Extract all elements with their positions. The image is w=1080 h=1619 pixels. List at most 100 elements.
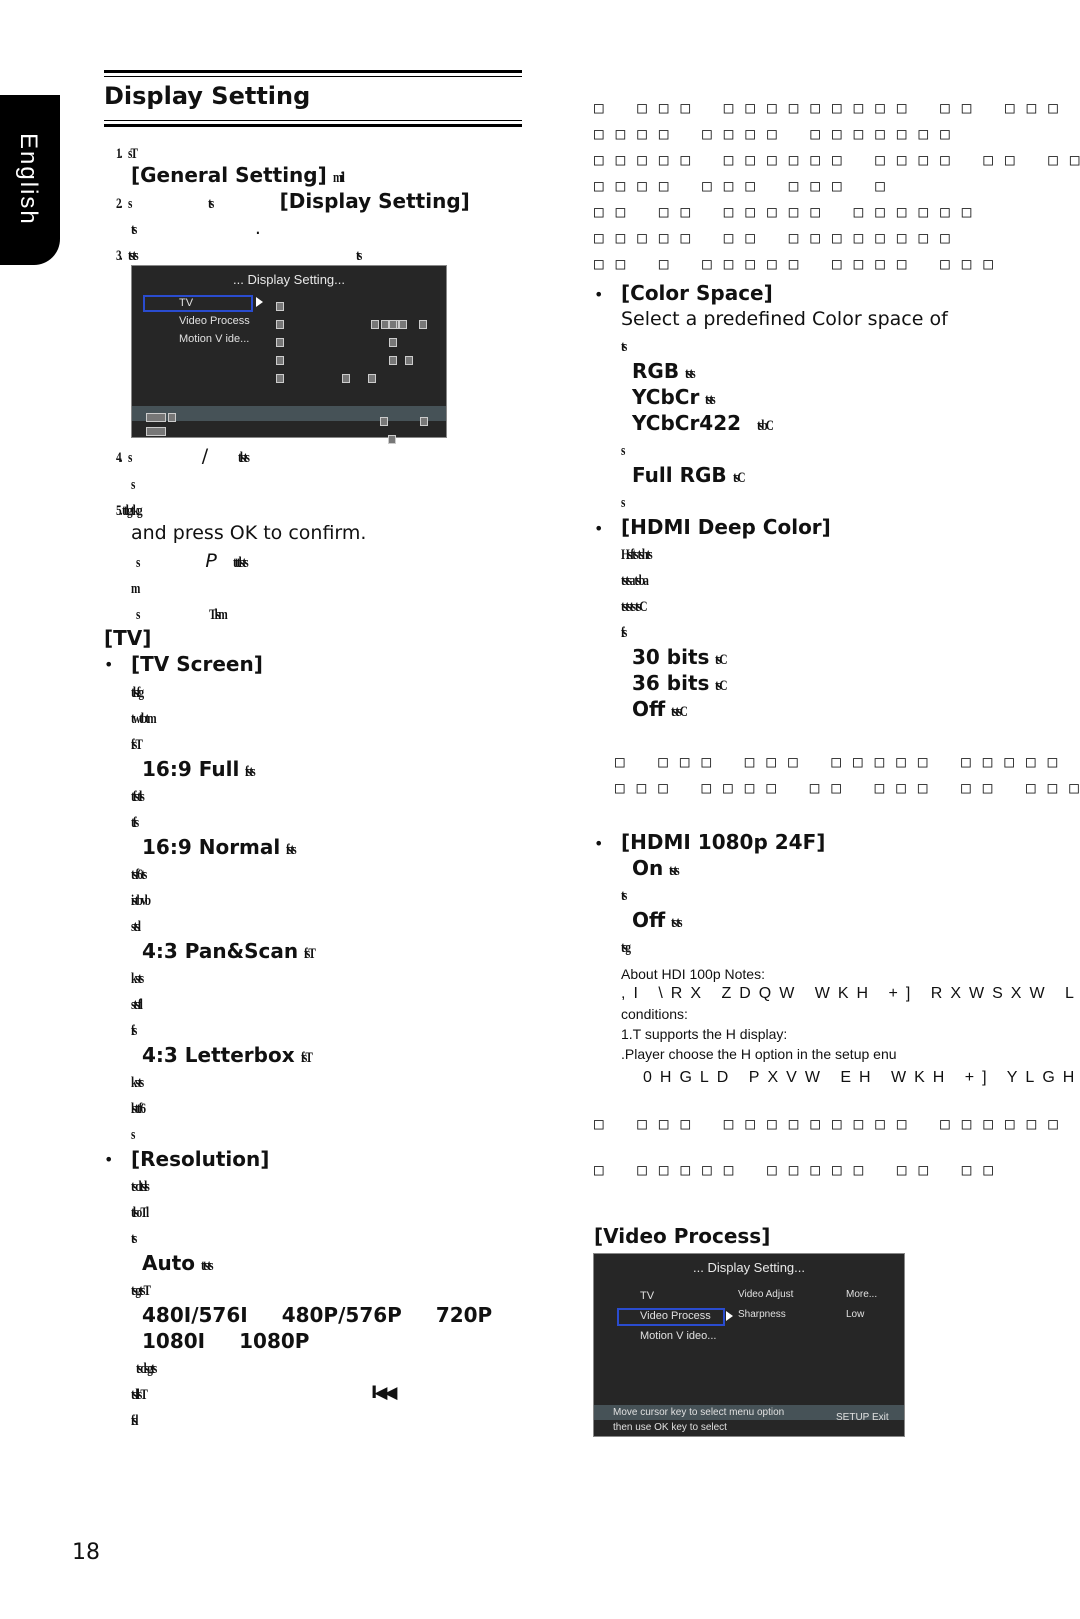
color-space-desc-cont: ts bbox=[621, 339, 627, 355]
missing-glyph-text: □□□□□ □□□□□□ □□□□ □□ □□□ bbox=[594, 150, 1080, 169]
resolution-desc: ts bbox=[131, 1231, 137, 1247]
osd-menu-tv[interactable]: TV bbox=[640, 1290, 654, 1302]
step-5: 5. ttlgtkg bbox=[116, 503, 143, 519]
step-2: 2. s ts [Display Setting] bbox=[116, 189, 470, 213]
osd-footer-hint-2: then use OK key to select bbox=[613, 1422, 727, 1433]
bullet-icon: • bbox=[104, 655, 114, 674]
deep-color-desc: tststs tsC bbox=[621, 599, 648, 615]
resolution-values-row1: 480I/576I 480P/576P 720P bbox=[142, 1303, 493, 1327]
tv-screen-heading: [TV Screen] bbox=[131, 652, 263, 676]
osd-selection-box bbox=[143, 295, 253, 312]
header-rule-bottom-thick bbox=[104, 124, 522, 127]
option-desc: tsg bbox=[621, 940, 631, 956]
step-5-note-1-cont: m bbox=[131, 581, 140, 597]
osd-garbled-submenu bbox=[276, 298, 446, 388]
notes-condition-2: .Player choose the H option in the setup… bbox=[621, 1046, 897, 1062]
osd-header: ... Display Setting... bbox=[233, 272, 345, 287]
osd-submenu-video-adjust-value: More... bbox=[846, 1289, 878, 1300]
color-space-heading: [Color Space] bbox=[621, 281, 773, 305]
notes-shifted-text: 0HGLD PXVW EH WKH +] YLGHR bbox=[643, 1069, 1080, 1086]
osd-submenu-sharpness-value: Low bbox=[846, 1309, 865, 1320]
tv-screen-desc: tlsfg bbox=[131, 685, 144, 701]
video-process-heading: [Video Process] bbox=[594, 1224, 771, 1248]
option-desc: s bbox=[131, 1127, 136, 1143]
osd-submenu-video-adjust[interactable]: Video Adjust bbox=[738, 1289, 793, 1300]
missing-glyph-text: □□□□ □□□□ □□□□□□□ bbox=[594, 124, 962, 143]
page-number: 18 bbox=[72, 1540, 100, 1565]
osd-menu-video-process[interactable]: Video Process bbox=[179, 315, 250, 327]
step-4: 4. s / tlsts bbox=[116, 445, 250, 467]
hdmi-24f-heading: [HDMI 1080p 24F] bbox=[621, 830, 826, 854]
option-desc: ksts bbox=[131, 971, 144, 987]
option-16-9-normal: 16:9 Normal fsts bbox=[142, 835, 297, 859]
missing-glyph-text: □□ □□ □□□□□ □□□□□□ bbox=[594, 202, 984, 221]
osd-arrow-icon bbox=[256, 297, 263, 307]
option-desc: fs bbox=[131, 1023, 137, 1039]
bullet-icon: • bbox=[594, 285, 604, 304]
osd-menu-motion-video[interactable]: Motion V ideo... bbox=[640, 1330, 716, 1342]
missing-glyph-text: □ □□□ □□□□□□□□□ □□ □□□ □ bbox=[594, 98, 1080, 117]
resolution-heading: [Resolution] bbox=[131, 1147, 270, 1171]
option-on: On tsts bbox=[632, 856, 680, 880]
display-setting-label: [Display Setting] bbox=[279, 189, 470, 213]
page-title: Display Setting bbox=[104, 82, 311, 110]
option-full-rgb: Full RGB tsC bbox=[632, 463, 745, 487]
step-2-cont: ts. bbox=[131, 217, 261, 239]
option-desc: tfs bbox=[131, 815, 139, 831]
header-rule-bottom-thin bbox=[104, 120, 522, 121]
osd-display-setting-tv: ... Display Setting... TV Video Process … bbox=[131, 265, 447, 444]
option-off: Off ts ts bbox=[632, 908, 683, 932]
missing-glyph-text: □□□ □□□□ □□ □□□ □□ □□□ bbox=[615, 778, 1080, 797]
option-16-9-full: 16:9 Full fsts bbox=[142, 757, 256, 781]
osd-menu-tv[interactable]: TV bbox=[179, 297, 193, 309]
osd-footer-right-garbled bbox=[380, 413, 446, 449]
tv-screen-desc: twtbtm bbox=[131, 711, 157, 727]
missing-glyph-text: □□□□ □□□ □□□ □ bbox=[594, 176, 897, 195]
bullet-icon: • bbox=[594, 834, 604, 853]
deep-color-desc: fs bbox=[621, 625, 627, 641]
missing-glyph-text: □ □□□ □□□ □□□□□ □□□□□ □ bbox=[615, 752, 1080, 771]
osd-display-setting-video-process: ... Display Setting... TV Video Process … bbox=[593, 1253, 905, 1437]
option-desc: s bbox=[621, 443, 626, 459]
step-4-cont: s bbox=[131, 477, 136, 493]
missing-glyph-text: □□ □ □□□□□ □□□□ □□□ bbox=[594, 254, 1006, 273]
osd-footer-setup-exit: SETUP Exit bbox=[836, 1412, 889, 1423]
resolution-tail: tsdsgts bbox=[136, 1361, 157, 1377]
osd-menu-video-process[interactable]: Video Process bbox=[640, 1310, 711, 1322]
missing-glyph-text: □□□□□ □□ □□□□□□□□ bbox=[594, 228, 962, 247]
resolution-values-row2: 1080I 1080P bbox=[142, 1329, 310, 1353]
option-4-3-letterbox: 4:3 Letterbox fsT bbox=[142, 1043, 313, 1067]
step-5-note-2: s Tlsm bbox=[136, 607, 228, 623]
bullet-icon: • bbox=[594, 519, 604, 538]
tv-screen-desc: fsT bbox=[131, 737, 143, 753]
tv-heading: [TV] bbox=[104, 626, 152, 650]
language-tab-label: English bbox=[15, 133, 42, 226]
option-desc: ksts bbox=[131, 1075, 144, 1091]
resolution-desc: tlsoTl bbox=[131, 1205, 149, 1221]
option-off: Off tstsC bbox=[632, 697, 688, 721]
osd-header: ... Display Setting... bbox=[693, 1260, 805, 1275]
option-auto: Auto ttsts bbox=[142, 1251, 214, 1275]
osd-submenu-sharpness[interactable]: Sharpness bbox=[738, 1309, 786, 1320]
option-ycbcr: YCbCr tsts bbox=[632, 385, 716, 409]
resolution-tail: fsl bbox=[131, 1413, 138, 1429]
color-space-desc: Select a predefined Color space of bbox=[621, 308, 948, 330]
osd-menu-motion-video[interactable]: Motion V ide... bbox=[179, 333, 249, 345]
option-desc: tsf6ts bbox=[131, 867, 147, 883]
deep-color-desc: tstsa tsba bbox=[621, 573, 649, 589]
option-desc: istbvb bbox=[131, 893, 151, 909]
option-desc: tfstls bbox=[131, 789, 145, 805]
osd-footer-hint-1: Move cursor key to select menu option bbox=[613, 1407, 785, 1418]
osd-arrow-icon bbox=[726, 1311, 733, 1321]
deep-color-heading: [HDMI Deep Color] bbox=[621, 515, 831, 539]
option-desc: stsfl bbox=[131, 997, 143, 1013]
missing-glyph-text: □ □□□□□ □□□□□ □□ □□ bbox=[594, 1160, 1006, 1179]
option-ycbcr422: YCbCr422 tsbC bbox=[632, 411, 774, 435]
step-5-note-1: s P tttlsts bbox=[136, 550, 249, 572]
option-36-bits: 36 bits tsC bbox=[632, 671, 728, 695]
option-4-3-pan-scan: 4:3 Pan&Scan fsT bbox=[142, 939, 316, 963]
header-rule-top-thin bbox=[104, 76, 522, 77]
general-setting-label: [General Setting] bbox=[131, 163, 327, 187]
osd-footer-garbled-2 bbox=[146, 423, 168, 441]
notes-shifted-text: ,I \RX ZDQW WKH +] RXWSXW LW V bbox=[621, 985, 1080, 1002]
